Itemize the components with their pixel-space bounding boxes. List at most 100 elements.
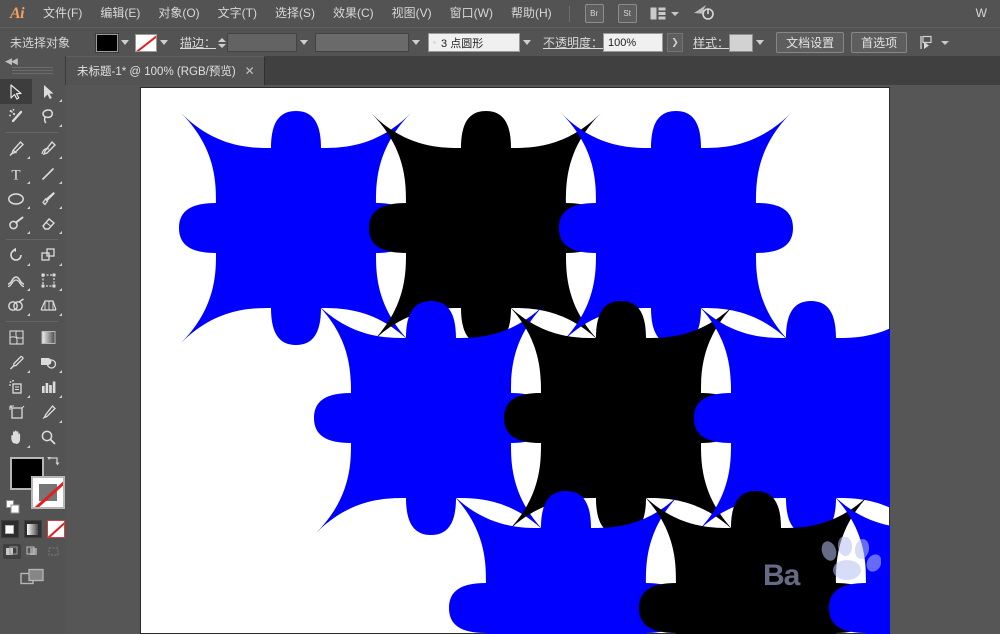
default-fill-stroke-button[interactable]: [6, 500, 20, 514]
eyedropper-icon: [9, 355, 24, 370]
menu-type[interactable]: 文字(T): [209, 0, 266, 27]
draw-normal-button[interactable]: [2, 544, 21, 559]
draw-behind-button[interactable]: [24, 544, 42, 559]
tool-width[interactable]: [0, 268, 32, 293]
stroke-weight-stepper[interactable]: [216, 34, 227, 51]
menu-window[interactable]: 窗口(W): [441, 0, 502, 27]
control-bar: 未选择对象 描边： 3 点圆形 不透明度： 100% ❯ 样式： 文档设置 首选…: [0, 27, 1000, 58]
fill-color-swatch[interactable]: [96, 33, 119, 52]
puzzle-artwork[interactable]: [141, 88, 891, 634]
color-mode-row: [0, 520, 65, 538]
tool-eraser[interactable]: [32, 211, 64, 236]
free-transform-icon: [41, 273, 55, 288]
menu-file[interactable]: 文件(F): [34, 0, 91, 27]
selection-status: 未选择对象: [10, 36, 71, 50]
style-swatch[interactable]: [729, 33, 754, 52]
tool-blend[interactable]: [32, 350, 64, 375]
tool-column-graph[interactable]: [32, 375, 64, 400]
close-icon[interactable]: ✕: [245, 65, 255, 77]
menu-effect[interactable]: 效果(C): [324, 0, 383, 27]
opacity-options-button[interactable]: ❯: [667, 33, 684, 52]
stock-button[interactable]: St: [617, 4, 637, 23]
document-setup-button[interactable]: 文档设置: [776, 32, 845, 53]
style-dropdown-icon[interactable]: [753, 35, 766, 51]
style-label[interactable]: 样式：: [693, 34, 729, 51]
drawing-mode-row: [0, 544, 65, 559]
tool-symbol-sprayer[interactable]: [0, 375, 32, 400]
menu-object[interactable]: 对象(O): [149, 0, 208, 27]
tool-paintbrush[interactable]: [32, 186, 64, 211]
menu-help[interactable]: 帮助(H): [502, 0, 561, 27]
artboard-icon: [8, 405, 24, 419]
menu-select[interactable]: 选择(S): [266, 0, 324, 27]
align-to-button[interactable]: [919, 35, 950, 50]
menu-edit[interactable]: 编辑(E): [91, 0, 149, 27]
draw-inside-button[interactable]: [45, 544, 63, 559]
tool-artboard[interactable]: [0, 400, 32, 425]
stroke-dropdown-icon[interactable]: [157, 35, 170, 51]
tool-shape-builder[interactable]: [0, 293, 32, 318]
color-mode-button[interactable]: [0, 520, 19, 538]
tool-rotate[interactable]: [0, 243, 32, 268]
tools-panel: ◀◀ T: [0, 56, 66, 634]
tool-group-indicator-icon: [59, 313, 62, 316]
document-tab[interactable]: 未标题-1* @ 100% (RGB/预览) ✕: [65, 56, 265, 85]
tool-group-indicator-icon: [27, 181, 30, 184]
bridge-button[interactable]: Br: [584, 4, 604, 23]
stroke-weight-dropdown-icon[interactable]: [297, 35, 310, 51]
tool-selection[interactable]: [0, 79, 32, 104]
canvas-area[interactable]: Ba: [65, 85, 1000, 634]
tool-line-segment[interactable]: [32, 161, 64, 186]
stroke-profile-dropdown-icon[interactable]: [409, 35, 422, 51]
tool-type[interactable]: T: [0, 161, 32, 186]
stroke-color-swatch[interactable]: [135, 33, 158, 52]
tool-gradient[interactable]: [32, 325, 64, 350]
brush-definition-field[interactable]: 3 点圆形: [428, 33, 521, 52]
change-screen-mode-button[interactable]: [19, 568, 46, 589]
panel-drag-handle[interactable]: [12, 67, 53, 75]
swap-fill-stroke-button[interactable]: [47, 454, 61, 468]
tool-ellipse[interactable]: [0, 186, 32, 211]
opacity-label[interactable]: 不透明度：: [543, 34, 603, 51]
preferences-button[interactable]: 首选项: [851, 32, 908, 53]
menu-view[interactable]: 视图(V): [383, 0, 441, 27]
arrange-documents-icon: [650, 7, 666, 20]
tool-scale[interactable]: [32, 243, 64, 268]
workspace-label[interactable]: W: [967, 0, 996, 27]
tool-curvature[interactable]: [32, 136, 64, 161]
tool-group-indicator-icon: [59, 156, 62, 159]
tool-divider: [0, 318, 64, 325]
stroke-color-box[interactable]: [31, 476, 65, 509]
menu-divider: [568, 5, 570, 22]
scale-icon: [40, 248, 55, 261]
none-mode-button[interactable]: [46, 520, 65, 538]
eraser-icon: [41, 218, 55, 230]
fill-stroke-control: [0, 454, 65, 516]
tool-magic-wand[interactable]: [0, 104, 32, 129]
stroke-profile-field[interactable]: [315, 33, 410, 52]
tool-group-indicator-icon: [59, 124, 62, 127]
tool-eyedropper[interactable]: [0, 350, 32, 375]
tool-direct-selection[interactable]: [32, 79, 64, 104]
tool-shaper[interactable]: [0, 211, 32, 236]
sync-settings-button[interactable]: [693, 3, 715, 24]
tool-free-transform[interactable]: [32, 268, 64, 293]
artboard[interactable]: Ba: [140, 87, 891, 634]
tool-hand[interactable]: [0, 425, 32, 450]
tool-lasso[interactable]: [32, 104, 64, 129]
arrange-documents-button[interactable]: [650, 7, 679, 20]
tool-zoom[interactable]: [32, 425, 64, 450]
tool-mesh[interactable]: [0, 325, 32, 350]
collapse-panel-button[interactable]: ◀◀: [0, 56, 65, 67]
opacity-field[interactable]: 100%: [603, 33, 664, 52]
fill-dropdown-icon[interactable]: [118, 35, 131, 51]
stroke-weight-field[interactable]: [227, 33, 298, 52]
document-tab-title: 未标题-1* @ 100% (RGB/预览): [77, 66, 236, 78]
chevron-down-icon: [941, 40, 950, 45]
brush-dropdown-icon[interactable]: [520, 35, 533, 51]
stroke-weight-label[interactable]: 描边：: [180, 34, 216, 51]
tool-pen[interactable]: [0, 136, 32, 161]
tool-slice[interactable]: [32, 400, 64, 425]
gradient-mode-button[interactable]: [23, 520, 42, 538]
tool-perspective-grid[interactable]: [32, 293, 64, 318]
